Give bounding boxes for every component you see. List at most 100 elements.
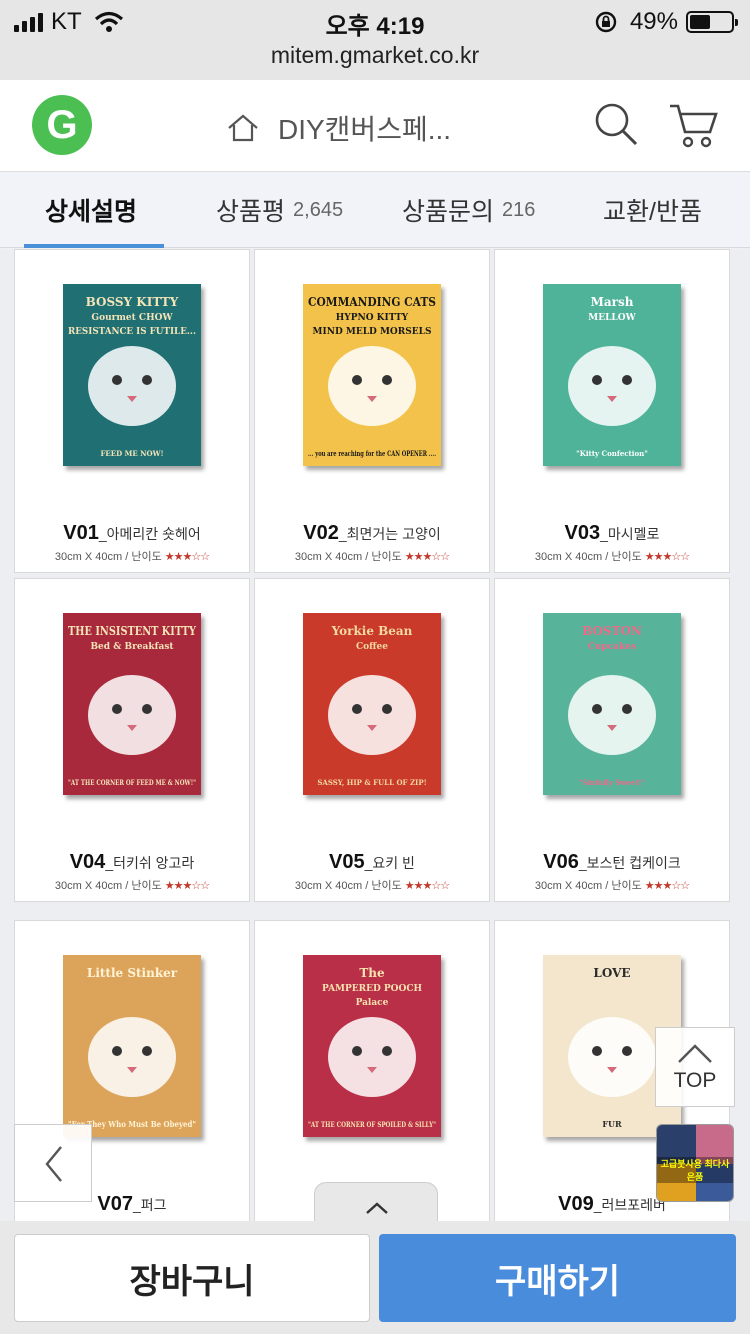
top-label: TOP (673, 1069, 717, 1092)
promo-label: 고급붓사용 최다사은품 (657, 1157, 733, 1183)
difficulty-stars: ★★★☆☆ (404, 880, 450, 892)
poster-text: Coffee (356, 642, 388, 652)
spec-text: 30cm X 40cm / 난이도 (294, 551, 405, 563)
expand-handle[interactable] (314, 1182, 438, 1222)
tab-detail[interactable]: 상세설명 (45, 172, 137, 248)
chevron-left-icon (45, 1146, 62, 1182)
product-code: V05 (329, 851, 365, 873)
poster-text: BOSTON (582, 624, 642, 638)
product-name: _터키쉬 앙고라 (105, 855, 195, 871)
product-code: V02 (303, 522, 339, 544)
poster-text: FUR (602, 1119, 622, 1129)
home-icon[interactable] (226, 113, 260, 143)
poster-text: MELLOW (588, 313, 636, 323)
poster-text: "AT THE CORNER OF FEED ME & NOW!" (68, 778, 196, 787)
product-card[interactable]: BOSTON Cupcakes "Sinfully Sweet!" V06_보스턴 … (494, 578, 730, 902)
poster-text: Marsh (591, 295, 634, 309)
tab-label: 교환/반품 (603, 198, 702, 226)
product-poster: Little Stinker "For They Who Must Be Obey… (63, 955, 201, 1137)
product-name: _퍼그 (133, 1197, 167, 1213)
purchase-bar: 장바구니 구매하기 (0, 1221, 750, 1334)
chevron-up-icon (366, 1202, 388, 1214)
poster-text: ... you are reaching for the CAN OPENER … (308, 449, 436, 458)
product-code: V09 (558, 1193, 594, 1215)
poster-text: Cupcakes (588, 642, 636, 652)
poster-art: Yorkie Bean Coffee SASSY, HIP & FULL OF ZI… (303, 613, 441, 795)
tab-label: 상품문의 (402, 198, 495, 226)
product-card[interactable]: The PAMPERED POOCH Palace "AT THE CORNER OF… (254, 920, 490, 1221)
product-code: V07 (97, 1193, 134, 1215)
poster-text: "Kitty Confection" (576, 449, 648, 458)
product-poster: BOSSY KITTY Gourmet CHOW RESISTANCE IS FUT… (63, 284, 201, 466)
poster-text: "Sinfully Sweet!" (579, 778, 645, 787)
gmarket-logo[interactable]: G (32, 95, 92, 155)
product-code: V04 (69, 851, 106, 873)
screen: KT 오후 4:19 49% mitem.gmarket.co.kr G DIY… (0, 0, 750, 1334)
tab-inquiries[interactable]: 상품문의 216 (402, 172, 535, 248)
search-icon[interactable] (592, 100, 640, 148)
cart-icon[interactable] (668, 100, 720, 150)
battery-icon (686, 11, 738, 33)
poster-text: SASSY, HIP & FULL OF ZIP! (317, 778, 426, 787)
product-spec: 30cm X 40cm / 난이도 ★★★☆☆ (15, 877, 249, 893)
product-poster: THE INSISTENT KITTY Bed & Breakfast "AT TH… (63, 613, 201, 795)
poster-text: PAMPERED POOCH (322, 984, 423, 994)
back-button[interactable] (14, 1124, 92, 1202)
poster-art: BOSTON Cupcakes "Sinfully Sweet!" (543, 613, 681, 795)
poster-text: LOVE (593, 966, 630, 980)
tab-label: 상품평 (216, 198, 286, 226)
add-to-cart-button[interactable]: 장바구니 (14, 1234, 370, 1322)
poster-text: Yorkie Bean (331, 624, 413, 638)
product-card[interactable]: THE INSISTENT KITTY Bed & Breakfast "AT TH… (14, 578, 250, 902)
product-name: _러브포레버 (593, 1197, 666, 1213)
product-code: V03 (564, 522, 601, 544)
product-code: V01 (63, 522, 99, 544)
battery-fill (690, 15, 710, 29)
poster-text: FEED ME NOW! (100, 449, 163, 458)
product-spec: 30cm X 40cm / 난이도 ★★★☆☆ (255, 548, 489, 564)
product-card[interactable]: BOSSY KITTY Gourmet CHOW RESISTANCE IS FUT… (14, 249, 250, 573)
spec-text: 30cm X 40cm / 난이도 (54, 880, 165, 892)
battery-percent: 49% (629, 8, 678, 35)
promo-thumbnail[interactable]: 고급붓사용 최다사은품 (656, 1124, 734, 1202)
product-caption: V02_최면거는 고양이 (255, 522, 489, 545)
product-card[interactable]: COMMANDING CATS HYPNO KITTY MIND MELD MORS… (254, 249, 490, 573)
product-name: _마시멜로 (600, 526, 660, 542)
poster-text: RESISTANCE IS FUTILE... (68, 327, 196, 337)
product-card[interactable]: Marsh MELLOW "Kitty Confection" V03_마시멜로 3… (494, 249, 730, 573)
product-poster: COMMANDING CATS HYPNO KITTY MIND MELD MORS… (303, 284, 441, 466)
product-spec: 30cm X 40cm / 난이도 ★★★☆☆ (255, 877, 489, 893)
poster-text: COMMANDING CATS (308, 295, 436, 309)
product-name: _아메리칸 숏헤어 (98, 526, 201, 542)
buy-now-button[interactable]: 구매하기 (379, 1234, 736, 1322)
product-poster: The PAMPERED POOCH Palace "AT THE CORNER OF… (303, 955, 441, 1137)
tab-count: 2,645 (293, 198, 344, 221)
product-card[interactable]: Yorkie Bean Coffee SASSY, HIP & FULL OF ZI… (254, 578, 490, 902)
tab-returns[interactable]: 교환/반품 (603, 172, 702, 248)
poster-text: BOSSY KITTY (86, 295, 179, 309)
product-poster: BOSTON Cupcakes "Sinfully Sweet!" (543, 613, 681, 795)
product-name: _보스턴 컵케이크 (578, 855, 681, 871)
header-title: DIY캔버스페... (278, 114, 452, 145)
url-bar[interactable]: mitem.gmarket.co.kr (0, 42, 750, 69)
tab-reviews[interactable]: 상품평 2,645 (216, 172, 343, 248)
poster-text: The (359, 966, 385, 980)
spec-text: 30cm X 40cm / 난이도 (294, 880, 405, 892)
difficulty-stars: ★★★☆☆ (164, 880, 210, 892)
poster-text: Palace (356, 998, 389, 1008)
scroll-top-button[interactable]: TOP (655, 1027, 735, 1107)
product-name: _요키 빈 (364, 855, 415, 871)
rotation-lock-icon (595, 11, 617, 33)
poster-art: The PAMPERED POOCH Palace "AT THE CORNER OF… (303, 955, 441, 1137)
difficulty-stars: ★★★☆☆ (164, 551, 210, 563)
product-grid: BOSSY KITTY Gourmet CHOW RESISTANCE IS FUT… (0, 249, 750, 1221)
product-caption: V01_아메리칸 숏헤어 (15, 522, 249, 545)
active-tab-indicator (24, 244, 164, 248)
poster-text: THE INSISTENT KITTY (68, 624, 196, 638)
product-caption: V06_보스턴 컵케이크 (495, 851, 729, 874)
poster-art: COMMANDING CATS HYPNO KITTY MIND MELD MORS… (303, 284, 441, 466)
header-title-area[interactable]: DIY캔버스페... (226, 108, 451, 148)
product-caption: V05_요키 빈 (255, 851, 489, 874)
poster-text: "AT THE CORNER OF SPOILED & SILLY" (308, 1120, 436, 1129)
poster-art: Little Stinker"For They Who Must Be Obey… (63, 955, 201, 1137)
